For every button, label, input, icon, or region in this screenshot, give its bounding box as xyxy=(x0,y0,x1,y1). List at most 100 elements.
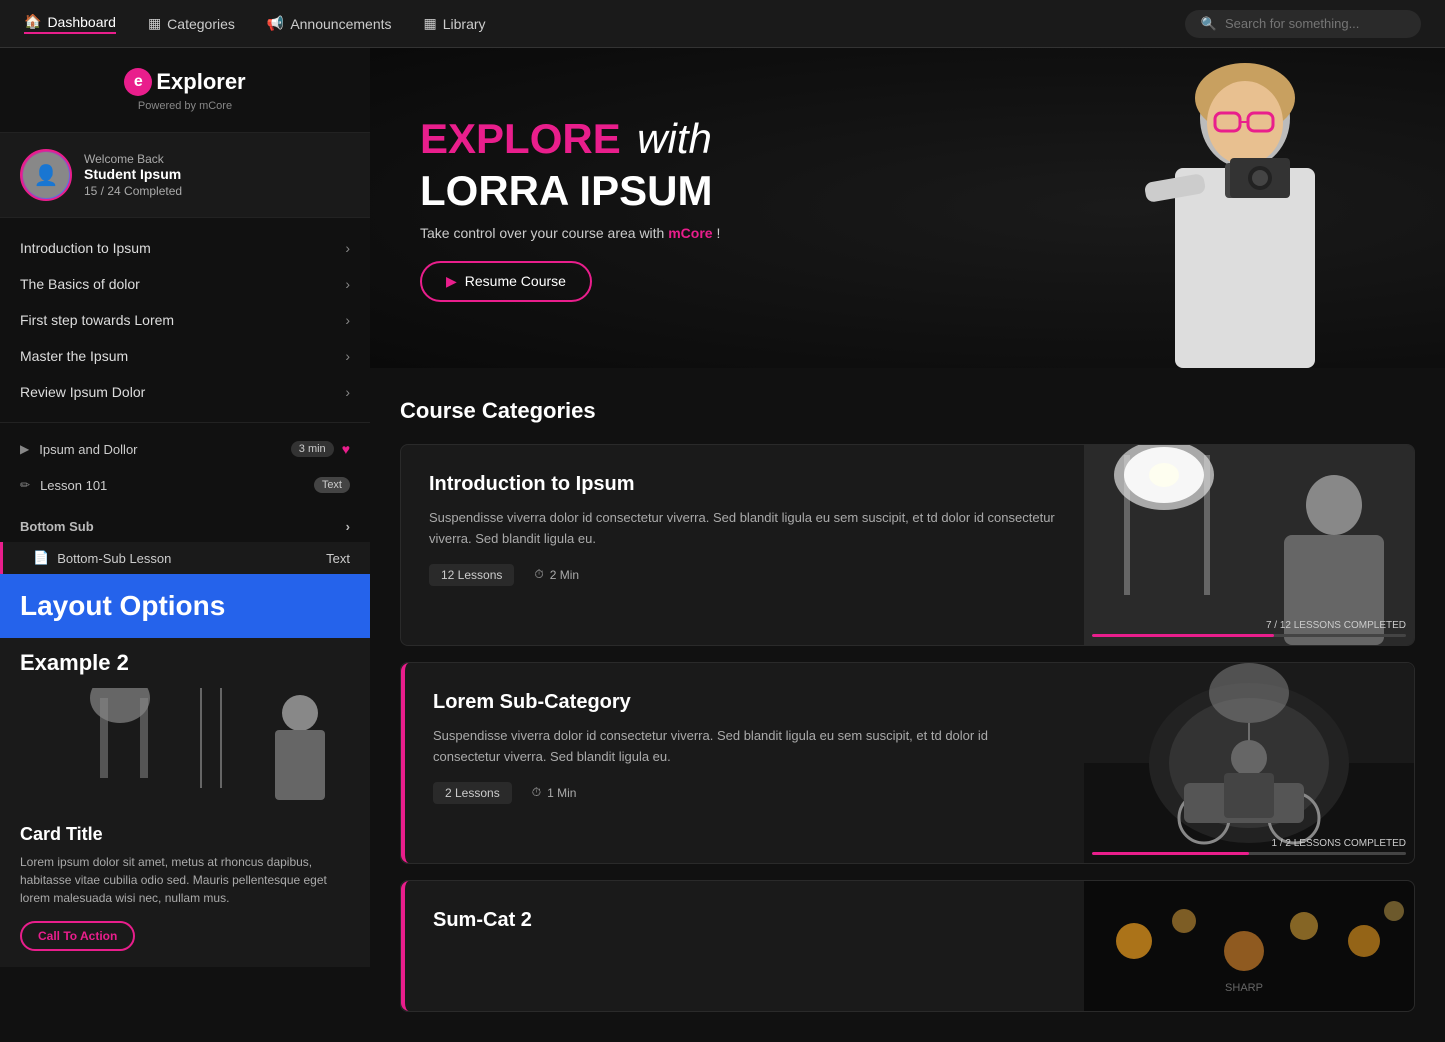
progress-bar-2 xyxy=(1092,852,1406,855)
hero-sub2: ! xyxy=(716,225,720,241)
search-bar[interactable]: 🔍 xyxy=(1185,10,1421,38)
cta-button[interactable]: Call To Action xyxy=(20,921,135,951)
hero-with: with xyxy=(637,115,712,162)
menu-item-basics[interactable]: The Basics of dolor › xyxy=(0,266,370,302)
course-card-lorem: Lorem Sub-Category Suspendisse viverra d… xyxy=(401,663,1414,863)
menu-label-master: Master the Ipsum xyxy=(20,348,128,364)
nav-dashboard-label: Dashboard xyxy=(47,14,116,30)
main-content: EXPLORE with LORRA IPSUM Take control ov… xyxy=(370,48,1445,1042)
hero-banner: EXPLORE with LORRA IPSUM Take control ov… xyxy=(370,48,1445,368)
course-sumcat-image: SHARP xyxy=(1084,881,1414,1011)
card-text: Lorem ipsum dolor sit amet, metus at rho… xyxy=(20,853,350,907)
clock-icon-1: ⏱ xyxy=(534,567,543,582)
hero-person xyxy=(1105,48,1385,368)
nav-categories-label: Categories xyxy=(167,16,235,32)
lesson-left-1: ▶ Ipsum and Dollor xyxy=(20,442,138,457)
megaphone-icon: 📢 xyxy=(267,15,284,32)
progress-label-2: 1 / 2 LESSONS COMPLETED xyxy=(1092,838,1406,849)
progress-container-1: 7 / 12 LESSONS COMPLETED xyxy=(1092,620,1406,637)
course-card-sumcat-wrapper: Sum-Cat 2 SHARP xyxy=(400,880,1415,1012)
course-sumcat-title: Sum-Cat 2 xyxy=(433,909,1056,932)
course-intro-desc: Suspendisse viverra dolor id consectetur… xyxy=(429,508,1056,550)
menu-label-first-step: First step towards Lorem xyxy=(20,312,174,328)
layout-options-title: Layout Options xyxy=(20,590,350,622)
course-intro-meta: 12 Lessons ⏱ 2 Min xyxy=(429,564,1056,586)
avatar-inner: 👤 xyxy=(23,152,69,198)
nav-dashboard[interactable]: 🏠 Dashboard xyxy=(24,13,116,34)
duration-label-1: 2 Min xyxy=(550,568,579,582)
course-intro-image-svg xyxy=(1084,445,1414,645)
avatar: 👤 xyxy=(20,149,72,201)
progress-bar-1 xyxy=(1092,634,1406,637)
chevron-right-icon: › xyxy=(345,240,350,256)
hero-headline: EXPLORE with xyxy=(420,115,720,163)
chevron-right-icon-5: › xyxy=(345,384,350,400)
chevron-right-icon-2: › xyxy=(345,276,350,292)
hero-name: LORRA IPSUM xyxy=(420,167,720,215)
course-sumcat-image-svg: SHARP xyxy=(1084,881,1414,1011)
lesson-badge-2: Text xyxy=(314,477,350,493)
bottom-sub-menu[interactable]: Bottom Sub › xyxy=(0,511,370,542)
doc-icon: 📄 xyxy=(33,550,49,566)
clock-icon-2: ⏱ xyxy=(532,785,541,800)
user-progress: 15 / 24 Completed xyxy=(84,184,182,198)
nav-library[interactable]: ▦ Library xyxy=(424,15,486,32)
lesson-left-2: ✏ Lesson 101 xyxy=(20,478,107,493)
lessons-badge-2: 2 Lessons xyxy=(433,782,512,804)
hero-person-svg xyxy=(1115,58,1375,368)
user-info: Welcome Back Student Ipsum 15 / 24 Compl… xyxy=(84,152,182,198)
lessons-badge-1: 12 Lessons xyxy=(429,564,514,586)
course-card-1-wrapper: Introduction to Ipsum Suspendisse viverr… xyxy=(400,444,1415,646)
nav-categories[interactable]: ▦ Categories xyxy=(148,15,235,32)
card-title: Card Title xyxy=(20,824,350,845)
progress-fill-2 xyxy=(1092,852,1249,855)
logo-name: Explorer xyxy=(156,69,245,95)
section-title: Course Categories xyxy=(400,398,1415,424)
menu-item-intro[interactable]: Introduction to Ipsum › xyxy=(0,230,370,266)
duration-label-2: 1 Min xyxy=(547,786,576,800)
menu-item-first-step[interactable]: First step towards Lorem › xyxy=(0,302,370,338)
lesson-meta-1: 3 min ♥ xyxy=(291,441,350,457)
user-name: Student Ipsum xyxy=(84,166,182,182)
search-input[interactable] xyxy=(1225,16,1405,31)
menu-item-master[interactable]: Master the Ipsum › xyxy=(0,338,370,374)
powered-by: Powered by mCore xyxy=(20,100,350,112)
lesson-ipsum-dollor[interactable]: ▶ Ipsum and Dollor 3 min ♥ xyxy=(0,431,370,467)
hero-sub: Take control over your course area with … xyxy=(420,225,720,241)
course-lorem-meta: 2 Lessons ⏱ 1 Min xyxy=(433,782,1056,804)
resume-button[interactable]: ▶ Resume Course xyxy=(420,261,592,302)
hero-sub-text: Take control over your course area with xyxy=(420,225,664,241)
lesson-101[interactable]: ✏ Lesson 101 Text xyxy=(0,467,370,503)
play-icon: ▶ xyxy=(20,442,29,456)
resume-play-icon: ▶ xyxy=(446,273,457,290)
nav-items: 🏠 Dashboard ▦ Categories 📢 Announcements… xyxy=(24,13,1185,34)
course-card-lorem-wrapper: Lorem Sub-Category Suspendisse viverra d… xyxy=(400,662,1415,864)
menu-item-review[interactable]: Review Ipsum Dolor › xyxy=(0,374,370,410)
card-body: Card Title Lorem ipsum dolor sit amet, m… xyxy=(0,808,370,967)
course-intro-image: 7 / 12 LESSONS COMPLETED xyxy=(1084,445,1414,645)
sidebar-logo: e Explorer Powered by mCore xyxy=(0,48,370,133)
course-card-intro: Introduction to Ipsum Suspendisse viverr… xyxy=(400,444,1415,646)
lesson-items: ▶ Ipsum and Dollor 3 min ♥ ✏ Lesson 101 … xyxy=(0,423,370,511)
bottom-sub-badge: Text xyxy=(326,551,350,566)
course-card-sumcat-body: Sum-Cat 2 xyxy=(405,881,1084,1011)
course-lorem-image: 1 / 2 LESSONS COMPLETED xyxy=(1084,663,1414,863)
menu-label-intro: Introduction to Ipsum xyxy=(20,240,151,256)
hero-text: EXPLORE with LORRA IPSUM Take control ov… xyxy=(370,75,770,342)
top-nav: 🏠 Dashboard ▦ Categories 📢 Announcements… xyxy=(0,0,1445,48)
progress-label-1: 7 / 12 LESSONS COMPLETED xyxy=(1092,620,1406,631)
logo: e Explorer xyxy=(20,68,350,96)
hero-brand: mCore xyxy=(668,225,712,241)
heart-icon: ♥ xyxy=(342,441,350,457)
course-intro-title: Introduction to Ipsum xyxy=(429,473,1056,496)
chevron-right-icon-3: › xyxy=(345,312,350,328)
bottom-sub-lesson[interactable]: 📄 Bottom-Sub Lesson Text xyxy=(0,542,370,574)
lesson-badge-1: 3 min xyxy=(291,441,334,457)
library-icon: ▦ xyxy=(424,15,437,32)
chevron-right-icon-sub: › xyxy=(346,519,350,534)
nav-announcements[interactable]: 📢 Announcements xyxy=(267,15,392,32)
search-icon: 🔍 xyxy=(1201,16,1217,32)
course-lorem-image-svg xyxy=(1084,663,1414,863)
course-lorem-title: Lorem Sub-Category xyxy=(433,691,1056,714)
course-card-sumcat: Sum-Cat 2 SHARP xyxy=(401,881,1414,1011)
